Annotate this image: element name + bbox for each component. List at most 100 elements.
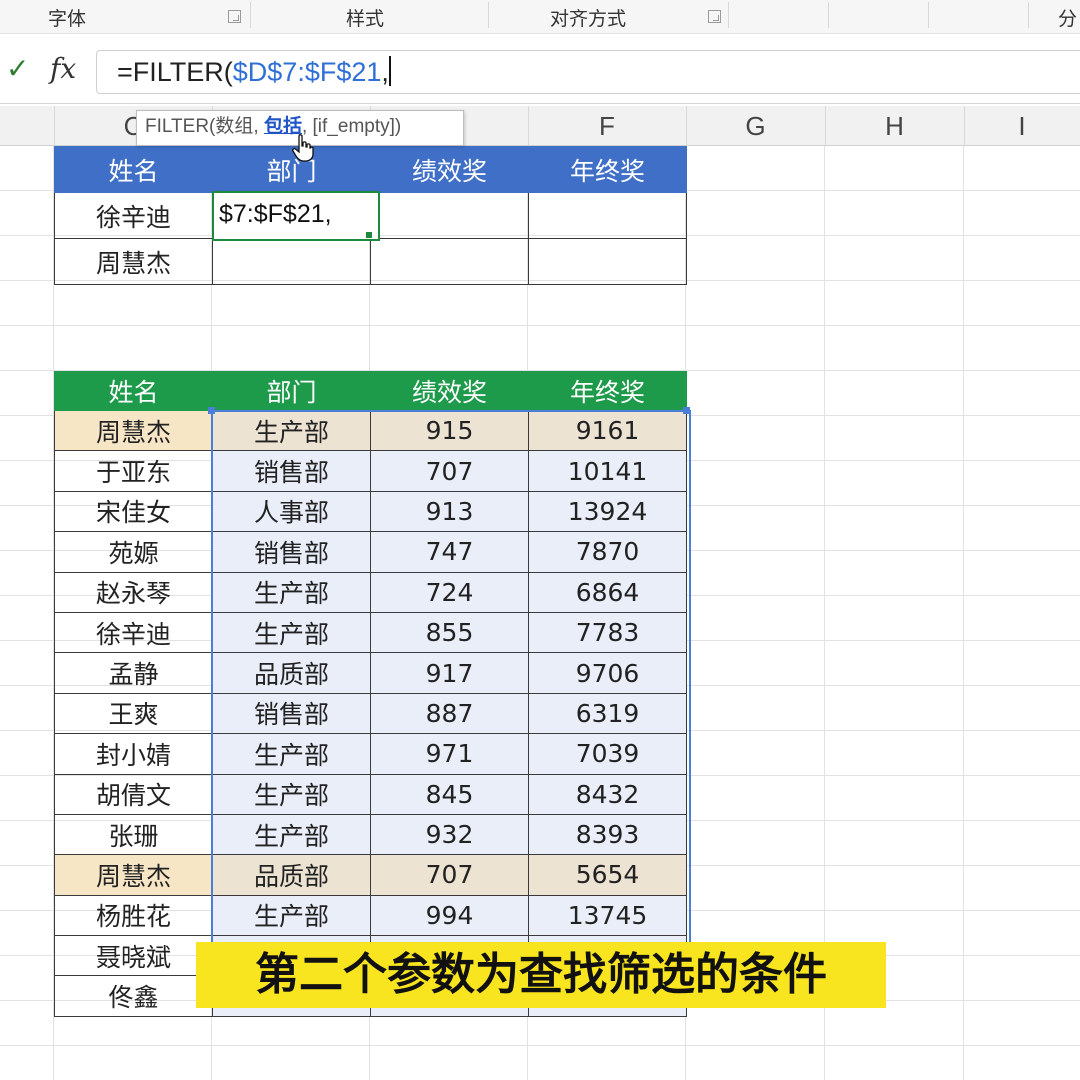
cell-yearend[interactable] [528, 192, 687, 239]
cell-yearend[interactable]: 9161 [528, 409, 687, 452]
insert-function-icon[interactable]: fx [50, 52, 86, 86]
cell-bonus[interactable]: 707 [370, 854, 529, 896]
cell-dept[interactable]: 品质部 [212, 652, 371, 694]
cell-bonus[interactable]: 855 [370, 611, 529, 654]
range-handle[interactable] [683, 407, 690, 414]
cell-bonus[interactable]: 724 [370, 571, 529, 613]
cell-yearend[interactable]: 7783 [528, 611, 687, 654]
cell-name[interactable]: 徐辛迪 [54, 192, 213, 239]
cell-dept[interactable]: 销售部 [212, 692, 371, 735]
cell-yearend[interactable]: 13745 [528, 894, 687, 937]
cell-dept[interactable]: 人事部 [212, 490, 371, 533]
cell-dept[interactable]: 生产部 [212, 813, 371, 856]
alignment-dialog-launcher-icon[interactable] [708, 10, 721, 23]
cell-dept[interactable]: 生产部 [212, 571, 371, 613]
cell-name[interactable]: 佟鑫 [54, 975, 213, 1017]
cell-yearend[interactable]: 6864 [528, 571, 687, 613]
cell-name[interactable]: 胡倩文 [54, 773, 213, 815]
tooltip-func[interactable]: FILTER( [145, 116, 215, 137]
cell-name[interactable]: 封小婧 [54, 733, 213, 775]
tooltip-arg-if-empty[interactable]: [if_empty]) [313, 116, 402, 137]
cell-yearend[interactable]: 7870 [528, 531, 687, 573]
cell-bonus[interactable] [370, 192, 529, 239]
tooltip-sep: , [253, 116, 264, 137]
cell-bonus[interactable]: 915 [370, 409, 529, 452]
cell-dept[interactable]: 生产部 [212, 773, 371, 815]
formula-input[interactable]: =FILTER($D$7:$F$21, [96, 50, 1080, 94]
cell-dept[interactable] [212, 238, 371, 285]
table-row: 周慧杰 品质部 707 5654 [54, 854, 687, 896]
cell-dept[interactable]: 生产部 [212, 733, 371, 775]
header-cell-name[interactable]: 姓名 [54, 146, 213, 193]
enter-check-icon[interactable]: ✓ [6, 54, 36, 84]
cell-bonus[interactable]: 887 [370, 692, 529, 735]
cell-dept[interactable]: 销售部 [212, 450, 371, 492]
tooltip-arg-array[interactable]: 数组 [215, 116, 253, 137]
header-cell-yearend[interactable]: 年终奖 [528, 371, 687, 411]
cell-name[interactable]: 杨胜花 [54, 894, 213, 937]
cell-name[interactable]: 周慧杰 [54, 854, 213, 896]
ribbon-group-font: 字体 [48, 8, 87, 30]
cell-name[interactable]: 聂晓斌 [54, 935, 213, 977]
active-editing-cell[interactable]: $7:$F$21, [212, 191, 380, 241]
ribbon-separator [728, 2, 729, 28]
cell-yearend[interactable]: 7039 [528, 733, 687, 775]
cell-dept[interactable]: 生产部 [212, 611, 371, 654]
cell-yearend[interactable]: 10141 [528, 450, 687, 492]
cell-bonus[interactable]: 917 [370, 652, 529, 694]
header-cell-bonus[interactable]: 绩效奖 [370, 146, 529, 193]
cell-dept[interactable]: 生产部 [212, 409, 371, 452]
cell-yearend[interactable]: 8393 [528, 813, 687, 856]
cell-bonus[interactable]: 747 [370, 531, 529, 573]
cell-name[interactable]: 于亚东 [54, 450, 213, 492]
cell-bonus[interactable]: 845 [370, 773, 529, 815]
column-header-i[interactable]: I [964, 106, 1080, 146]
cell-yearend[interactable]: 8432 [528, 773, 687, 815]
table-row: 封小婧 生产部 971 7039 [54, 733, 687, 775]
select-all-corner[interactable] [0, 106, 55, 146]
header-cell-dept[interactable]: 部门 [212, 371, 371, 411]
table-row: 周慧杰 生产部 915 9161 [54, 409, 687, 452]
ribbon-group-number: 分 [1058, 8, 1078, 30]
fill-handle[interactable] [366, 232, 372, 238]
cell-bonus[interactable]: 994 [370, 894, 529, 937]
header-cell-yearend[interactable]: 年终奖 [528, 146, 687, 193]
cell-dept[interactable]: 销售部 [212, 531, 371, 573]
table-row: 苑嫄 销售部 747 7870 [54, 531, 687, 573]
cell-yearend[interactable]: 5654 [528, 854, 687, 896]
formula-range-ref: $D$7:$F$21 [232, 57, 382, 87]
table-row: 宋佳女 人事部 913 13924 [54, 490, 687, 533]
cell-name[interactable]: 王爽 [54, 692, 213, 735]
cell-name[interactable]: 赵永琴 [54, 571, 213, 613]
cell-name[interactable]: 孟静 [54, 652, 213, 694]
header-cell-name[interactable]: 姓名 [54, 371, 213, 411]
cell-name[interactable]: 周慧杰 [54, 409, 213, 452]
cell-bonus[interactable]: 932 [370, 813, 529, 856]
column-header-f[interactable]: F [528, 106, 687, 146]
cell-yearend[interactable] [528, 238, 687, 285]
cell-bonus[interactable] [370, 238, 529, 285]
font-dialog-launcher-icon[interactable] [228, 10, 241, 23]
formula-suffix: , [381, 57, 389, 87]
cell-name[interactable]: 张珊 [54, 813, 213, 856]
cell-bonus[interactable]: 971 [370, 733, 529, 775]
column-header-h[interactable]: H [825, 106, 965, 146]
video-subtitle: 第二个参数为查找筛选的条件 [196, 942, 886, 1008]
cell-bonus[interactable]: 707 [370, 450, 529, 492]
cell-dept[interactable]: 生产部 [212, 894, 371, 937]
cell-name[interactable]: 宋佳女 [54, 490, 213, 533]
cell-name[interactable]: 苑嫄 [54, 531, 213, 573]
header-cell-bonus[interactable]: 绩效奖 [370, 371, 529, 411]
hand-pointer-icon [292, 134, 314, 162]
range-handle[interactable] [208, 407, 215, 414]
column-header-g[interactable]: G [686, 106, 826, 146]
cell-yearend[interactable]: 13924 [528, 490, 687, 533]
cell-name[interactable]: 徐辛迪 [54, 611, 213, 654]
cell-dept[interactable]: 品质部 [212, 854, 371, 896]
table-row: 于亚东 销售部 707 10141 [54, 450, 687, 492]
cell-bonus[interactable]: 913 [370, 490, 529, 533]
data-table: 姓名 部门 绩效奖 年终奖 周慧杰 生产部 915 9161 于亚东 销售部 707 1014… [54, 371, 687, 1017]
cell-yearend[interactable]: 6319 [528, 692, 687, 735]
cell-yearend[interactable]: 9706 [528, 652, 687, 694]
cell-name[interactable]: 周慧杰 [54, 238, 213, 285]
